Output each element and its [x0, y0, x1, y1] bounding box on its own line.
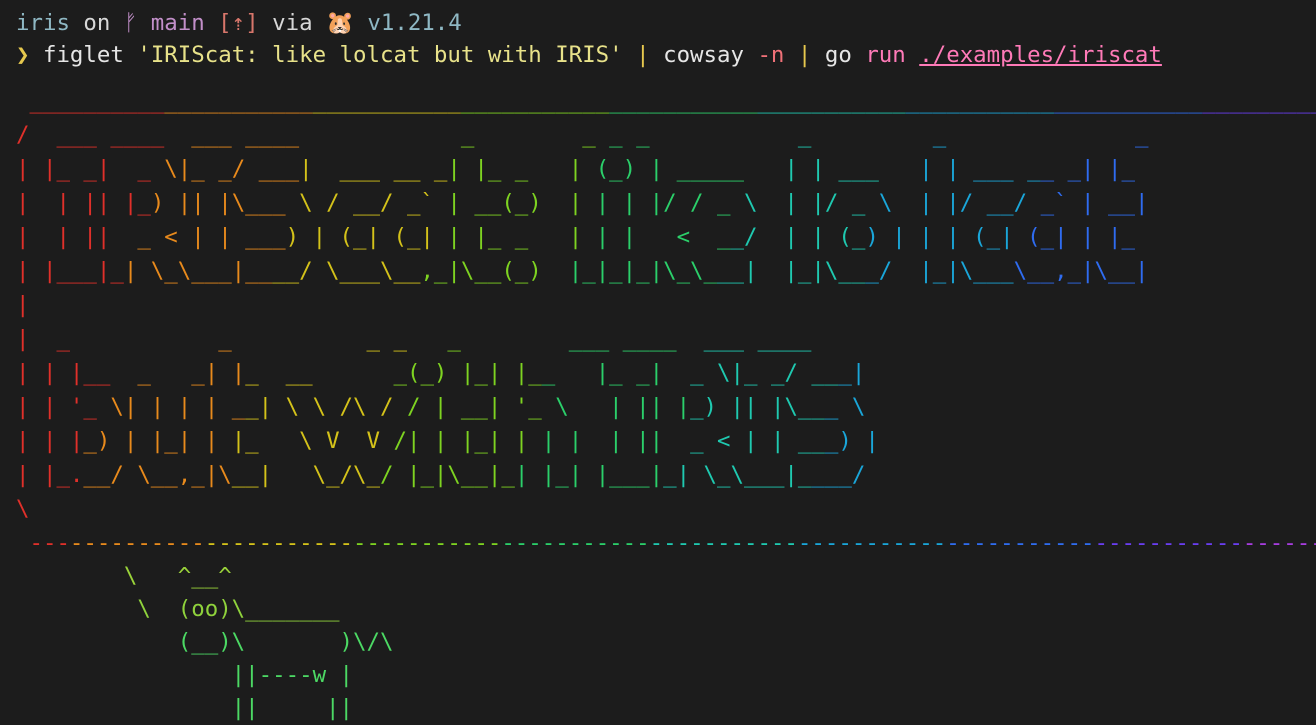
bubble-line: | |___|_| \_\___|____/ \___\__,_|\__(_) …: [16, 257, 1162, 284]
bubble-line: | _ _ _ _ _ ___ ____ ___ ____ |: [16, 325, 852, 352]
cow-line: || ||: [16, 694, 354, 721]
command-segment: cowsay: [649, 41, 758, 68]
bubble-line: \ /: [16, 495, 70, 522]
command-segment: run: [865, 41, 906, 68]
command-segment: [784, 42, 797, 68]
command-segment: -n: [757, 41, 785, 68]
command-segment: |: [636, 41, 650, 68]
command-segment: ❯: [16, 41, 43, 68]
command-segment: 'IRIScat: like lolcat but with IRIS': [137, 41, 623, 68]
terminal-window: iris on ᚠ main [⇡] via 🐹 v1.21.4 ❯ figle…: [16, 8, 1316, 721]
command-line[interactable]: ❯ figlet 'IRIScat: like lolcat but with …: [16, 40, 1316, 72]
prompt-segment: iris: [16, 10, 70, 36]
command-segment: [124, 42, 137, 68]
prompt-segment: ᚠ main: [123, 10, 205, 36]
command-segment: figlet: [42, 41, 124, 68]
bubble-line: | | |_) | |_| | |_ \ V V /| | |_| | | | …: [16, 427, 974, 454]
command-segment: |: [797, 41, 812, 68]
cowsay-cow: \ ^__^ \ (oo)\_______ (__)\ )\/\ ||----w…: [16, 560, 1316, 725]
cow-line: \ ^__^: [16, 562, 232, 589]
cow-line: (__)\ )\/\: [16, 628, 394, 655]
prompt-segment: [⇡]: [218, 10, 259, 36]
command-segment: ./examples/iriscat: [919, 41, 1162, 68]
command-segment: [623, 42, 636, 68]
prompt-segment: 🐹 v1.21.4: [326, 10, 462, 36]
prompt-segment: via: [258, 10, 327, 36]
bubble-line: / ___ ____ ___ ____ _ _ _ _ _ _ _ \: [16, 121, 1189, 148]
bubble-line: | | || _ < | | ___) | (_| (_| | |_ _ | |…: [16, 223, 1162, 250]
bubble-line: | | '_ \| | | | __| \ \ /\ / / | __| '_ …: [16, 393, 974, 420]
cowsay-speech-bubble: ________________________________________…: [16, 84, 1316, 560]
bubble-line: ________________________________________…: [16, 87, 1316, 114]
bubble-line: | | || |_) || |\___ \ / __/ _` | __(_) |…: [16, 189, 1176, 216]
cow-line: ||----w |: [16, 661, 354, 688]
command-segment: [906, 42, 919, 68]
bubble-line: | | |__ _ _| |_ __ _(_) |_| |__ |_ _| _ …: [16, 359, 987, 386]
prompt-segment: [205, 10, 218, 36]
bubble-line: | |_.__/ \__,_|\__| \_/\_/ |_|\__|_| |_|…: [16, 461, 960, 488]
bubble-line: ----------------------------------------…: [16, 529, 1316, 556]
shell-prompt: iris on ᚠ main [⇡] via 🐹 v1.21.4: [16, 8, 1316, 40]
bubble-line: | |: [16, 291, 124, 318]
prompt-segment: on: [69, 10, 124, 36]
bubble-line: | |_ _| _ \|_ _/ ___| ___ __ _| |_ _ | (…: [16, 155, 1176, 182]
command-segment: go: [811, 41, 866, 68]
cow-line: \ (oo)\_______: [16, 595, 340, 622]
